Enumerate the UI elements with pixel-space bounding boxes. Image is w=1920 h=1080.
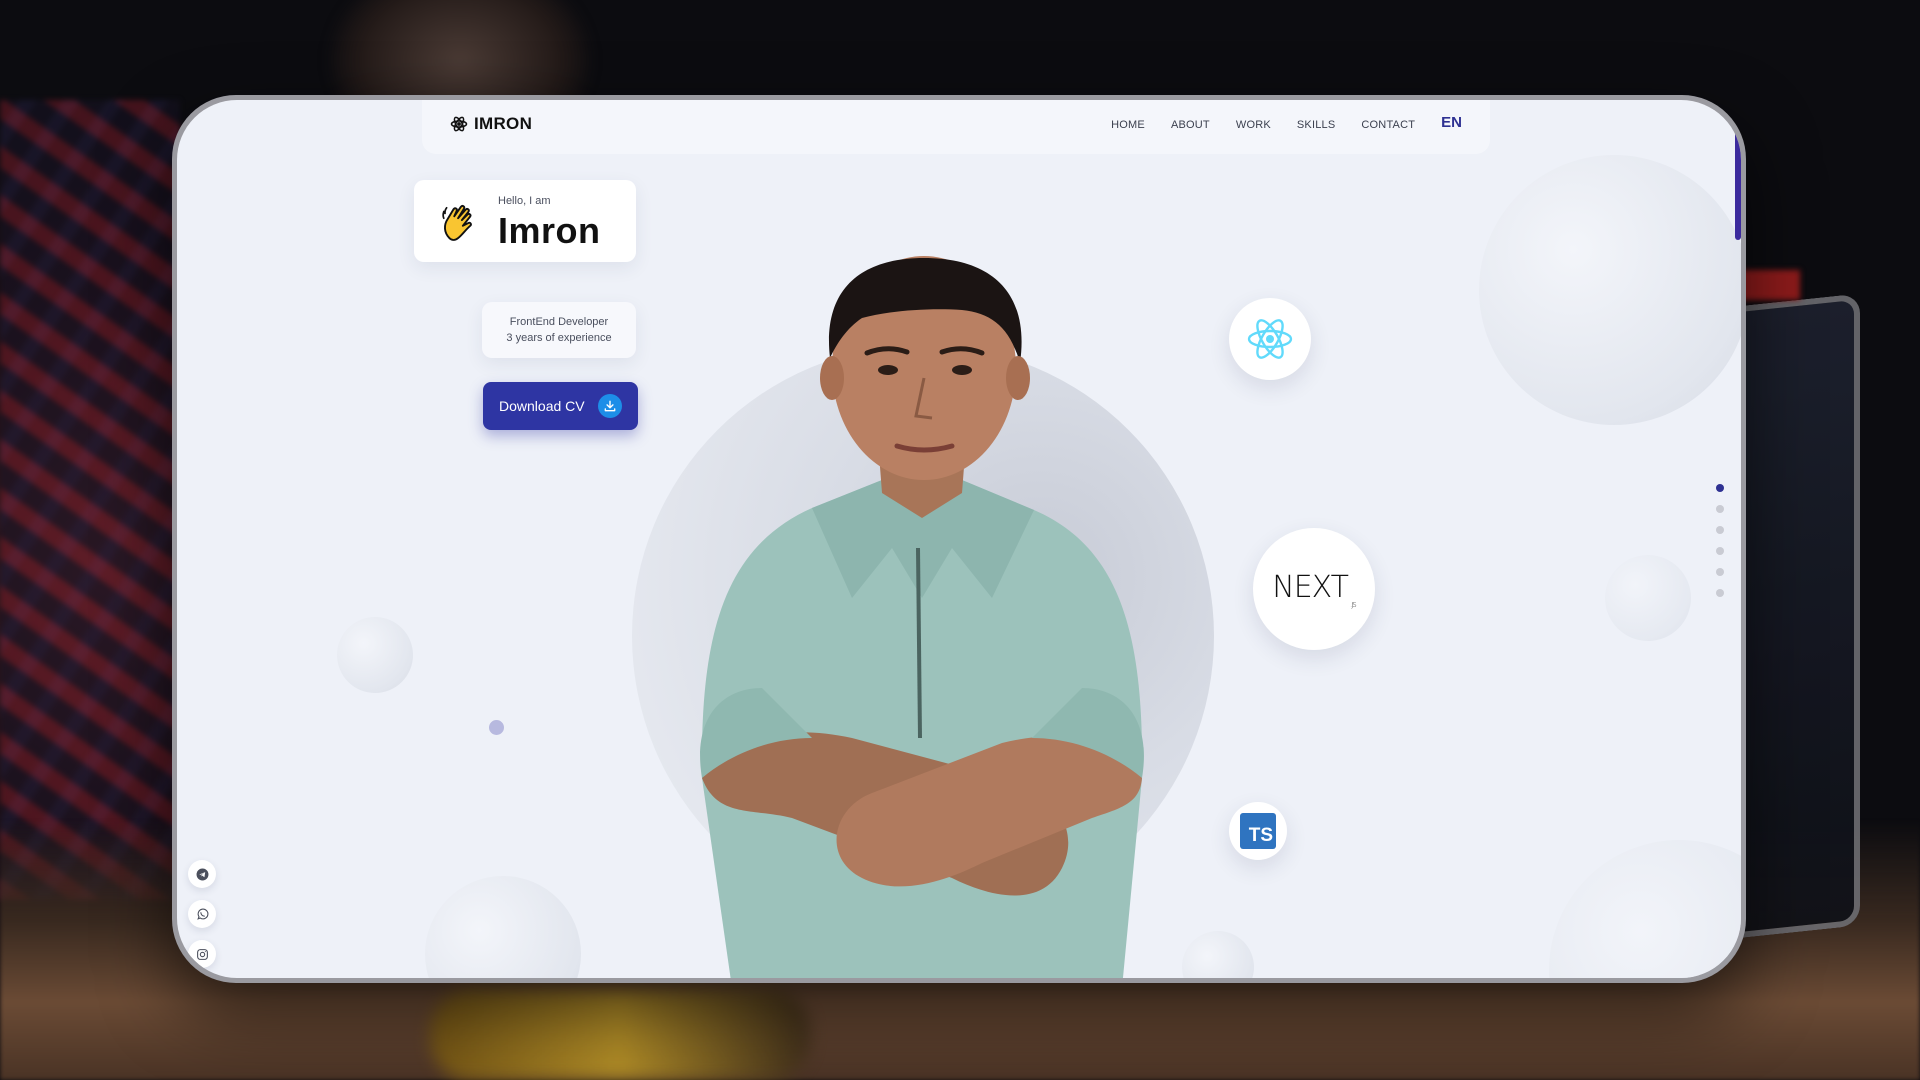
role-card: FrontEnd Developer 3 years of experience <box>482 302 636 358</box>
hero-name: Imron <box>498 210 601 251</box>
decor-bubble <box>425 876 581 978</box>
nav-skills[interactable]: SKILLS <box>1297 115 1336 131</box>
experience-text: 3 years of experience <box>506 332 612 344</box>
nextjs-icon: NEXT .JS <box>1272 569 1356 609</box>
whatsapp-icon <box>196 908 208 920</box>
react-badge <box>1229 298 1311 380</box>
nav-home[interactable]: HOME <box>1111 115 1145 131</box>
section-dot-6[interactable] <box>1716 589 1724 597</box>
nav-about[interactable]: ABOUT <box>1171 115 1210 131</box>
section-dot-5[interactable] <box>1716 568 1724 576</box>
download-cv-label: Download CV <box>499 398 585 414</box>
role-text: FrontEnd Developer <box>509 316 609 328</box>
section-dot-1[interactable] <box>1716 484 1724 492</box>
scrollbar-thumb[interactable] <box>1735 130 1741 240</box>
section-dot-2[interactable] <box>1716 505 1724 513</box>
language-switch[interactable]: EN <box>1441 114 1462 131</box>
device-frame: IMRON HOME ABOUT WORK SKILLS CONTACT EN … <box>172 95 1746 983</box>
decor-dot <box>489 720 504 735</box>
logo[interactable]: IMRON <box>450 114 532 134</box>
social-links <box>188 860 216 968</box>
decor-bubble <box>337 617 413 693</box>
react-icon <box>1247 319 1293 359</box>
hello-card: Hello, I am Imron <box>414 180 636 262</box>
typescript-icon: TS <box>1240 813 1276 849</box>
section-dot-4[interactable] <box>1716 547 1724 555</box>
instagram-icon <box>196 948 208 960</box>
portrait-photo <box>700 256 1144 978</box>
section-dots <box>1716 484 1724 597</box>
nav-links: HOME ABOUT WORK SKILLS CONTACT EN <box>1111 114 1462 131</box>
atom-icon <box>450 116 468 132</box>
decor-bubble <box>1182 931 1254 978</box>
logo-text: IMRON <box>474 114 533 133</box>
download-cv-button[interactable]: Download CV <box>483 382 638 430</box>
greeting-text: Hello, I am <box>498 195 551 207</box>
nextjs-badge: NEXT .JS <box>1253 528 1375 650</box>
download-icon <box>598 394 622 418</box>
telegram-icon <box>196 868 208 880</box>
whatsapp-link[interactable] <box>188 900 216 928</box>
nav-work[interactable]: WORK <box>1236 115 1271 131</box>
telegram-link[interactable] <box>188 860 216 888</box>
waving-hand-icon <box>442 204 472 241</box>
decor-bubble <box>1605 555 1691 641</box>
instagram-link[interactable] <box>188 940 216 968</box>
typescript-badge: TS <box>1229 802 1287 860</box>
decor-bubble <box>1479 155 1741 425</box>
decor-bubble <box>1549 840 1741 978</box>
website-screen: IMRON HOME ABOUT WORK SKILLS CONTACT EN … <box>177 100 1741 978</box>
navbar: IMRON HOME ABOUT WORK SKILLS CONTACT EN <box>422 100 1490 154</box>
section-dot-3[interactable] <box>1716 526 1724 534</box>
nav-contact[interactable]: CONTACT <box>1361 115 1415 131</box>
